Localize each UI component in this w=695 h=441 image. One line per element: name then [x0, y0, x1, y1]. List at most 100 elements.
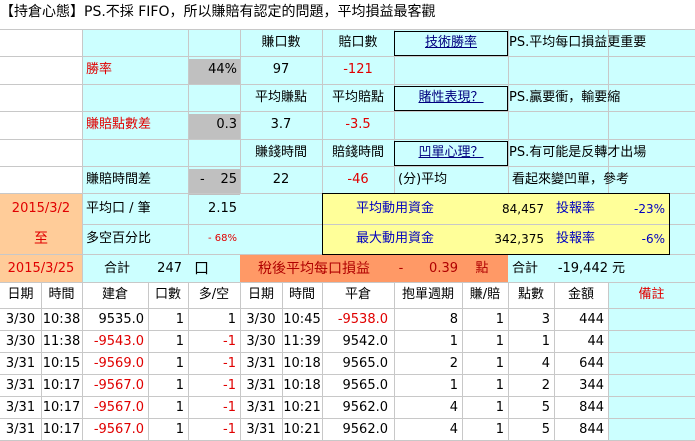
- cell-close-date: 3/31: [246, 378, 276, 393]
- cell-direction: -1: [223, 356, 236, 371]
- win-time-header: 賺錢時間: [254, 145, 307, 160]
- cell-close-time: 10:45: [283, 312, 321, 327]
- col-hold-period: 抱單週期: [401, 287, 454, 302]
- avg-lots-label: 平均口 / 筆: [86, 201, 151, 216]
- col-open-date: 日期: [7, 287, 34, 302]
- cell-lots: 1: [175, 356, 184, 371]
- avg-win-pts-header: 平均賺點: [254, 90, 307, 105]
- gamble-link[interactable]: 賭性表現？: [394, 88, 508, 108]
- cell-open-date: 3/31: [5, 356, 36, 371]
- time-diff-value: 25: [220, 172, 237, 187]
- avg-loss-pts-header: 平均賠點: [331, 90, 384, 105]
- cell-open-price: -9567.0: [93, 422, 144, 437]
- roi-label-2: 投報率: [556, 231, 596, 246]
- col-open-price: 建倉: [101, 287, 128, 302]
- flip-link[interactable]: 凹單心理？: [394, 143, 508, 163]
- cell-close-price: 9565.0: [342, 378, 389, 393]
- loss-count-header: 賠口數: [338, 35, 378, 50]
- cell-hold-period: 4: [449, 400, 458, 415]
- loss-time-value: -46: [347, 172, 369, 187]
- col-direction: 多/空: [198, 287, 230, 302]
- cell-direction: -1: [223, 334, 236, 349]
- cell-open-time: 10:17: [42, 400, 81, 415]
- total-lots-label: 合計: [104, 261, 131, 276]
- cell-hold-period: 8: [449, 312, 458, 327]
- time-diff-label: 賺賠時間差: [86, 172, 152, 187]
- total-lots-value: 247: [157, 261, 182, 276]
- cell-amount: 444: [579, 312, 604, 327]
- long-short-label: 多空百分比: [86, 231, 152, 246]
- cell-win-loss: 1: [495, 422, 504, 437]
- cell-close-date: 3/31: [246, 356, 276, 371]
- cell-close-time: 11:39: [283, 334, 321, 349]
- note-win-loss: PS.贏要衝，輸要縮: [509, 90, 621, 105]
- cell-open-date: 3/30: [5, 312, 36, 327]
- sheet-title: 【持倉心態】PS.不採 FIFO，所以賺賠有認定的問題，平均損益最客觀: [0, 4, 436, 20]
- avg-lots-value: 2.15: [208, 201, 237, 216]
- col-close-date: 日期: [247, 287, 274, 302]
- roi-value-1: -23%: [633, 202, 665, 216]
- tech-win-rate-link[interactable]: 技術勝率: [394, 33, 508, 53]
- cell-win-loss: 1: [495, 378, 504, 393]
- note-reversal: PS.有可能是反轉才出場: [509, 145, 647, 160]
- cell-open-time: 10:17: [42, 422, 81, 437]
- avg-win-pts-value: 3.7: [270, 117, 292, 132]
- cell-hold-period: 1: [449, 334, 458, 349]
- cell-amount: 344: [579, 378, 604, 393]
- cell-open-price: -9567.0: [93, 378, 144, 393]
- col-win-loss: 賺/賠: [469, 287, 501, 302]
- cell-close-date: 3/31: [246, 422, 276, 437]
- max-capital-label: 最大動用資金: [355, 231, 434, 246]
- cell-amount: 844: [579, 400, 604, 415]
- note-avg-pnl: PS.平均每口損益更重要: [509, 35, 647, 50]
- win-rate-label: 勝率: [86, 62, 113, 77]
- cell-hold-period: 1: [449, 378, 458, 393]
- roi-label-1: 投報率: [556, 201, 596, 216]
- cell-direction: -1: [223, 422, 236, 437]
- period-to: 至: [34, 231, 48, 247]
- cell-open-price: -9543.0: [93, 334, 144, 349]
- cell-win-loss: 1: [495, 334, 504, 349]
- sum-value: -19,442: [557, 261, 608, 276]
- cell-points: 2: [541, 378, 550, 393]
- cell-close-price: -9538.0: [337, 312, 388, 327]
- cell-direction: -1: [223, 378, 236, 393]
- period-start: 2015/3/2: [11, 201, 71, 216]
- cell-points: 1: [541, 334, 550, 349]
- cell-open-time: 10:17: [42, 378, 81, 393]
- time-unit: (分)平均: [398, 172, 448, 187]
- cell-open-date: 3/31: [5, 378, 36, 393]
- cell-amount: 44: [587, 334, 604, 349]
- cell-open-price: 9535.0: [98, 312, 145, 327]
- col-points: 點數: [517, 287, 544, 302]
- cell-points: 5: [541, 400, 550, 415]
- win-count-header: 賺口數: [261, 35, 301, 50]
- cell-lots: 1: [175, 312, 184, 327]
- cell-hold-period: 2: [449, 356, 458, 371]
- cell-win-loss: 1: [495, 356, 504, 371]
- net-pnl-label: 稅後平均每口損益: [258, 261, 370, 277]
- col-close-price: 平倉: [344, 287, 371, 302]
- period-end: 2015/3/25: [7, 261, 75, 276]
- cell-hold-period: 4: [449, 422, 458, 437]
- win-rate-value: 44%: [208, 62, 237, 77]
- cell-points: 5: [541, 422, 550, 437]
- cell-win-loss: 1: [495, 312, 504, 327]
- col-close-time: 時間: [288, 287, 315, 302]
- cell-open-time: 10:15: [42, 356, 81, 371]
- note-reference: 看起來變凹單，參考: [512, 172, 630, 187]
- cell-close-date: 3/31: [246, 400, 276, 415]
- cell-amount: 644: [579, 356, 604, 371]
- cell-close-price: 9542.0: [342, 334, 389, 349]
- cell-amount: 844: [579, 422, 604, 437]
- col-open-time: 時間: [48, 287, 75, 302]
- cell-close-date: 3/30: [246, 312, 276, 327]
- cell-win-loss: 1: [495, 400, 504, 415]
- cell-close-price: 9562.0: [342, 400, 389, 415]
- col-lots: 口數: [154, 287, 181, 302]
- cell-close-price: 9565.0: [342, 356, 389, 371]
- cell-direction: -1: [223, 400, 236, 415]
- avg-loss-pts-value: -3.5: [345, 117, 371, 132]
- cell-close-time: 10:21: [283, 400, 321, 415]
- cell-open-date: 3/31: [5, 400, 36, 415]
